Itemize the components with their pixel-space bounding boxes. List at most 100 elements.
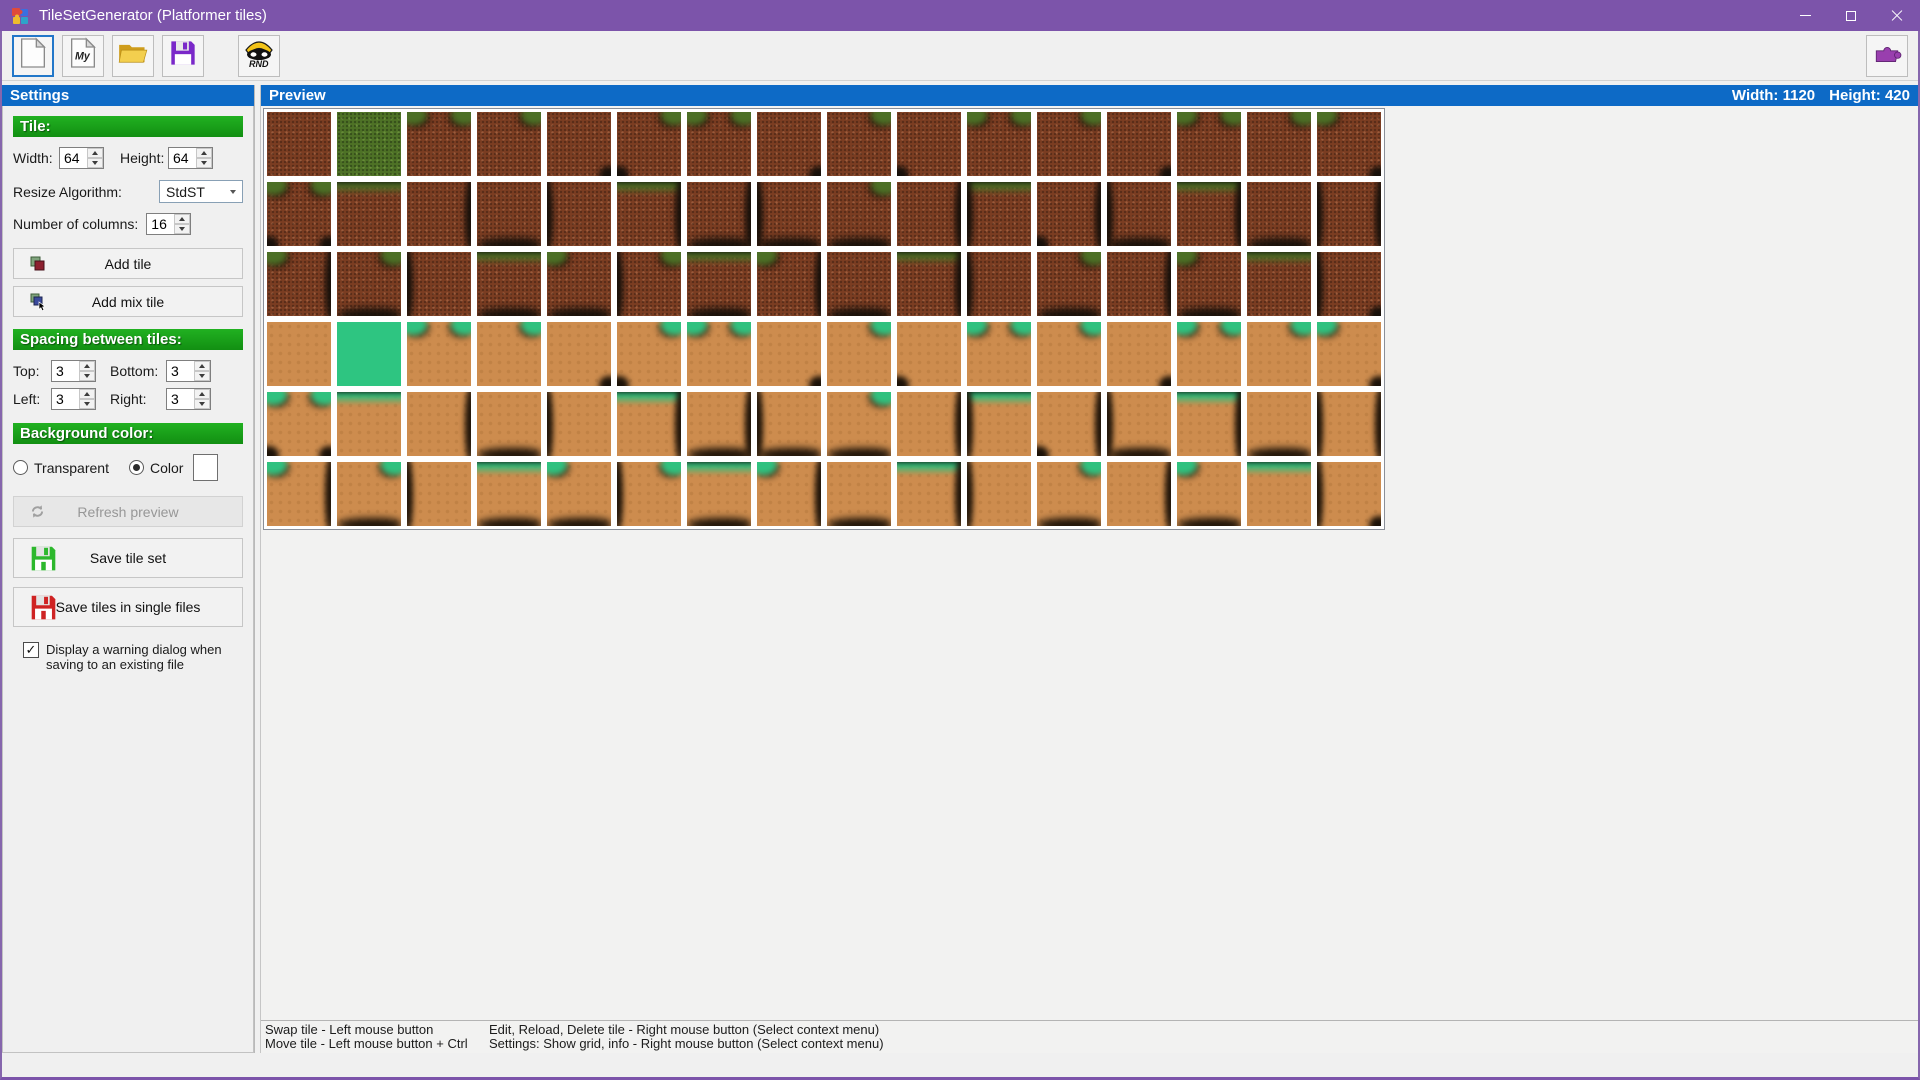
tile-r6-c12[interactable] — [1037, 462, 1101, 526]
tile-r1-c2[interactable] — [337, 112, 401, 176]
open-tileset-button[interactable] — [112, 35, 154, 77]
tile-r6-c14[interactable] — [1177, 462, 1241, 526]
tile-r1-c9[interactable] — [827, 112, 891, 176]
spacing-top-input[interactable] — [52, 361, 79, 381]
tile-r5-c12[interactable] — [1037, 392, 1101, 456]
tile-r1-c8[interactable] — [757, 112, 821, 176]
tileset-image[interactable] — [263, 108, 1385, 530]
tile-r4-c15[interactable] — [1247, 322, 1311, 386]
tile-r5-c9[interactable] — [827, 392, 891, 456]
tile-r2-c13[interactable] — [1107, 182, 1171, 246]
tile-r3-c16[interactable] — [1317, 252, 1381, 316]
tile-r5-c5[interactable] — [547, 392, 611, 456]
tile-r6-c8[interactable] — [757, 462, 821, 526]
tile-r4-c16[interactable] — [1317, 322, 1381, 386]
spacing-top-stepper[interactable] — [51, 360, 96, 382]
height-spin-buttons[interactable] — [196, 148, 212, 168]
tile-r1-c3[interactable] — [407, 112, 471, 176]
tile-r1-c15[interactable] — [1247, 112, 1311, 176]
spacing-top-spin-buttons[interactable] — [79, 361, 95, 381]
tile-r5-c4[interactable] — [477, 392, 541, 456]
color-radio[interactable] — [129, 460, 144, 475]
tile-r2-c2[interactable] — [337, 182, 401, 246]
titlebar[interactable]: TileSetGenerator (Platformer tiles) — [0, 0, 1920, 31]
tile-r5-c8[interactable] — [757, 392, 821, 456]
tile-r1-c7[interactable] — [687, 112, 751, 176]
tile-r1-c5[interactable] — [547, 112, 611, 176]
tile-r1-c4[interactable] — [477, 112, 541, 176]
random-tileset-button[interactable]: RND — [238, 35, 280, 77]
height-stepper[interactable] — [168, 147, 213, 169]
tile-r3-c2[interactable] — [337, 252, 401, 316]
width-input[interactable] — [60, 148, 87, 168]
tile-r3-c7[interactable] — [687, 252, 751, 316]
tile-r3-c8[interactable] — [757, 252, 821, 316]
tile-r3-c13[interactable] — [1107, 252, 1171, 316]
tile-r4-c11[interactable] — [967, 322, 1031, 386]
tile-r3-c14[interactable] — [1177, 252, 1241, 316]
tile-r2-c11[interactable] — [967, 182, 1031, 246]
tile-r3-c15[interactable] — [1247, 252, 1311, 316]
tile-r6-c10[interactable] — [897, 462, 961, 526]
tile-r6-c13[interactable] — [1107, 462, 1171, 526]
spacing-bottom-input[interactable] — [167, 361, 194, 381]
tile-r6-c6[interactable] — [617, 462, 681, 526]
tile-r1-c12[interactable] — [1037, 112, 1101, 176]
spacing-right-spin-buttons[interactable] — [194, 389, 210, 409]
tile-r6-c1[interactable] — [267, 462, 331, 526]
tile-r2-c10[interactable] — [897, 182, 961, 246]
close-button[interactable] — [1874, 0, 1920, 31]
tile-r2-c9[interactable] — [827, 182, 891, 246]
tile-r4-c5[interactable] — [547, 322, 611, 386]
spacing-bottom-stepper[interactable] — [166, 360, 211, 382]
minimize-button[interactable] — [1782, 0, 1828, 31]
spacing-bottom-spin-buttons[interactable] — [194, 361, 210, 381]
tile-r1-c16[interactable] — [1317, 112, 1381, 176]
tile-r2-c15[interactable] — [1247, 182, 1311, 246]
tile-r5-c13[interactable] — [1107, 392, 1171, 456]
save-single-files-button[interactable]: Save tiles in single files — [13, 587, 243, 627]
tile-r3-c6[interactable] — [617, 252, 681, 316]
tile-r3-c1[interactable] — [267, 252, 331, 316]
columns-input[interactable] — [147, 214, 174, 234]
tile-r4-c1[interactable] — [267, 322, 331, 386]
tile-r3-c12[interactable] — [1037, 252, 1101, 316]
width-spin-buttons[interactable] — [87, 148, 103, 168]
tile-r4-c9[interactable] — [827, 322, 891, 386]
tile-r6-c15[interactable] — [1247, 462, 1311, 526]
tile-r6-c4[interactable] — [477, 462, 541, 526]
tile-r1-c1[interactable] — [267, 112, 331, 176]
tile-r6-c2[interactable] — [337, 462, 401, 526]
tile-r6-c11[interactable] — [967, 462, 1031, 526]
resize-algorithm-select[interactable]: StdST — [159, 180, 243, 203]
spacing-right-input[interactable] — [167, 389, 194, 409]
tile-r2-c3[interactable] — [407, 182, 471, 246]
spacing-left-spin-buttons[interactable] — [79, 389, 95, 409]
spacing-left-input[interactable] — [52, 389, 79, 409]
save-tile-set-button[interactable]: Save tile set — [13, 538, 243, 578]
tile-r6-c7[interactable] — [687, 462, 751, 526]
tile-r6-c3[interactable] — [407, 462, 471, 526]
transparent-radio[interactable] — [13, 460, 28, 475]
tile-r6-c16[interactable] — [1317, 462, 1381, 526]
spacing-left-stepper[interactable] — [51, 388, 96, 410]
tile-r2-c5[interactable] — [547, 182, 611, 246]
tile-r5-c11[interactable] — [967, 392, 1031, 456]
tile-r3-c4[interactable] — [477, 252, 541, 316]
maximize-button[interactable] — [1828, 0, 1874, 31]
tile-r2-c12[interactable] — [1037, 182, 1101, 246]
tile-r4-c12[interactable] — [1037, 322, 1101, 386]
columns-stepper[interactable] — [146, 213, 191, 235]
tile-r5-c3[interactable] — [407, 392, 471, 456]
tile-r3-c3[interactable] — [407, 252, 471, 316]
background-color-swatch[interactable] — [193, 454, 218, 481]
tile-r3-c9[interactable] — [827, 252, 891, 316]
spacing-right-stepper[interactable] — [166, 388, 211, 410]
tile-r4-c2[interactable] — [337, 322, 401, 386]
tile-r3-c5[interactable] — [547, 252, 611, 316]
tile-r5-c2[interactable] — [337, 392, 401, 456]
tile-r5-c15[interactable] — [1247, 392, 1311, 456]
tile-r5-c14[interactable] — [1177, 392, 1241, 456]
tile-r2-c1[interactable] — [267, 182, 331, 246]
tile-r1-c6[interactable] — [617, 112, 681, 176]
